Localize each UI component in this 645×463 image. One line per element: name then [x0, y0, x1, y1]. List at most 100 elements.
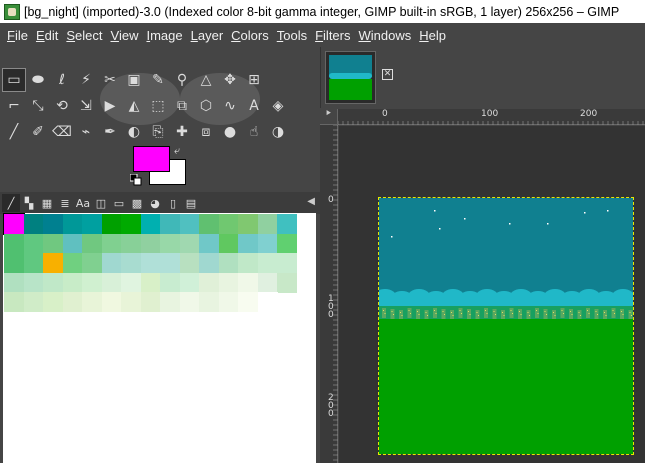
dodge-burn-tool-icon[interactable]: ◑	[266, 120, 290, 144]
gimp-app-icon[interactable]	[4, 3, 20, 20]
palette-swatch[interactable]	[43, 272, 63, 293]
palette-swatch[interactable]	[199, 272, 219, 293]
palette-swatch[interactable]	[277, 233, 297, 254]
palette-swatch[interactable]	[121, 272, 141, 293]
palette-swatch[interactable]	[218, 272, 239, 293]
palette-swatch[interactable]	[238, 272, 258, 293]
palette-swatch[interactable]	[277, 214, 297, 234]
free-select-tool-icon[interactable]: ℓ	[50, 68, 74, 92]
clone-tool-icon[interactable]: ⎘	[146, 120, 170, 144]
palette-swatch[interactable]	[121, 292, 141, 312]
align-tool-icon[interactable]: ⊞	[242, 68, 266, 92]
close-tab-icon[interactable]: ✕	[382, 69, 393, 80]
palette-swatch[interactable]	[238, 253, 258, 273]
brushes-tab-icon[interactable]: ╱	[2, 194, 20, 212]
palette-swatch[interactable]	[160, 233, 180, 254]
foreground-select-tool-icon[interactable]: ▣	[122, 68, 146, 92]
palette-swatch[interactable]	[179, 253, 200, 273]
rotate-tool-icon[interactable]: ⟲	[50, 94, 74, 118]
warp-transform-tool-icon[interactable]: ∿	[218, 94, 242, 118]
heal-tool-icon[interactable]: ✚	[170, 120, 194, 144]
palette-swatch[interactable]	[23, 272, 44, 293]
palette-swatch[interactable]	[101, 292, 122, 312]
colormap-tab-icon[interactable]: ▩	[128, 194, 146, 212]
menu-windows[interactable]: Windows	[355, 28, 416, 43]
palette-swatch[interactable]	[121, 214, 141, 234]
templates-tab-icon[interactable]: ▭	[110, 194, 128, 212]
palette-swatch[interactable]	[140, 214, 161, 234]
palette-swatch[interactable]	[23, 292, 44, 312]
palette-swatch[interactable]	[179, 292, 200, 312]
mypaint-brush-tool-icon[interactable]: ◐	[122, 120, 146, 144]
palette-swatch[interactable]	[4, 233, 24, 254]
palette-swatch[interactable]	[179, 233, 200, 254]
rect-select-tool-icon[interactable]: ▭	[2, 68, 26, 92]
palette-swatch[interactable]	[160, 253, 180, 273]
documents-tab-icon[interactable]: ▯	[164, 194, 182, 212]
palette-swatch[interactable]	[140, 292, 161, 312]
palette-swatch[interactable]	[62, 292, 83, 312]
palette-swatch[interactable]	[277, 272, 297, 293]
palette-swatch[interactable]	[82, 233, 102, 254]
blur-tool-icon[interactable]: ●	[218, 120, 242, 144]
palette-swatch[interactable]	[238, 214, 258, 234]
palette-swatch[interactable]	[199, 233, 219, 254]
palette-swatch[interactable]	[62, 253, 83, 273]
fonts-tab-icon[interactable]: ≣	[56, 194, 74, 212]
color-picker-tool-icon[interactable]: ✎	[146, 68, 170, 92]
ruler-corner-button[interactable]: ⯈	[320, 109, 338, 125]
ink-tool-icon[interactable]: ✒	[98, 120, 122, 144]
reset-colors-icon[interactable]	[130, 174, 142, 186]
move-tool-icon[interactable]: ✥	[218, 68, 242, 92]
palette-swatch[interactable]	[257, 214, 278, 234]
foreground-color-swatch[interactable]	[133, 146, 170, 172]
palette-swatch[interactable]	[43, 214, 63, 234]
unified-transform-tool-icon[interactable]: ⤡	[26, 94, 50, 118]
palette-swatch[interactable]	[160, 272, 180, 293]
palette-swatch[interactable]	[43, 253, 63, 273]
palette-swatch[interactable]	[23, 233, 44, 254]
menu-filters[interactable]: Filters	[311, 28, 354, 43]
image-tab-thumbnail[interactable]	[325, 51, 376, 104]
flip-tool-icon[interactable]: ◭	[122, 94, 146, 118]
fuzzy-select-tool-icon[interactable]: ⚡	[74, 68, 98, 92]
palette-swatch[interactable]	[160, 214, 180, 234]
menu-select[interactable]: Select	[62, 28, 106, 43]
images-tab-icon[interactable]: ▤	[182, 194, 200, 212]
palette-swatch[interactable]	[218, 253, 239, 273]
palette-tab-icon[interactable]: ◕	[146, 194, 164, 212]
palette-swatch[interactable]	[179, 272, 200, 293]
palette-swatch[interactable]	[257, 292, 278, 312]
paintbrush-tool-icon[interactable]: ╱	[2, 120, 26, 144]
palette-swatch[interactable]	[82, 272, 102, 293]
shear-tool-icon[interactable]: ▶	[98, 94, 122, 118]
canvas-area[interactable]	[339, 126, 645, 463]
palette-swatch[interactable]	[238, 292, 258, 312]
palette-swatch[interactable]	[82, 253, 102, 273]
palette-swatch[interactable]	[23, 253, 44, 273]
menu-edit[interactable]: Edit	[32, 28, 62, 43]
palette-swatch[interactable]	[160, 292, 180, 312]
crop-tool-icon[interactable]: ⌐	[2, 94, 26, 118]
measure-tool-icon[interactable]: △	[194, 68, 218, 92]
palette-swatch[interactable]	[218, 233, 239, 254]
palette-swatch[interactable]	[140, 253, 161, 273]
ellipse-select-tool-icon[interactable]: ⬬	[26, 68, 50, 92]
palette-swatch[interactable]	[179, 214, 200, 234]
palette-swatch[interactable]	[23, 214, 44, 234]
palette-swatch[interactable]	[82, 214, 102, 234]
palette-swatch[interactable]	[101, 272, 122, 293]
palette-swatch[interactable]	[43, 292, 63, 312]
palette-swatch[interactable]	[199, 292, 219, 312]
palette-swatch[interactable]	[257, 233, 278, 254]
eraser-tool-icon[interactable]: ⌫	[50, 120, 74, 144]
dock-menu-arrow-icon[interactable]: ◀	[307, 196, 315, 207]
palette-swatch[interactable]	[199, 214, 219, 234]
smudge-tool-icon[interactable]: ☝	[242, 120, 266, 144]
palette-swatch[interactable]	[101, 233, 122, 254]
menu-help[interactable]: Help	[415, 28, 450, 43]
menu-layer[interactable]: Layer	[187, 28, 228, 43]
image-canvas[interactable]	[379, 198, 633, 454]
swap-colors-icon[interactable]: ⤶	[174, 144, 180, 158]
airbrush-tool-icon[interactable]: ⌁	[74, 120, 98, 144]
